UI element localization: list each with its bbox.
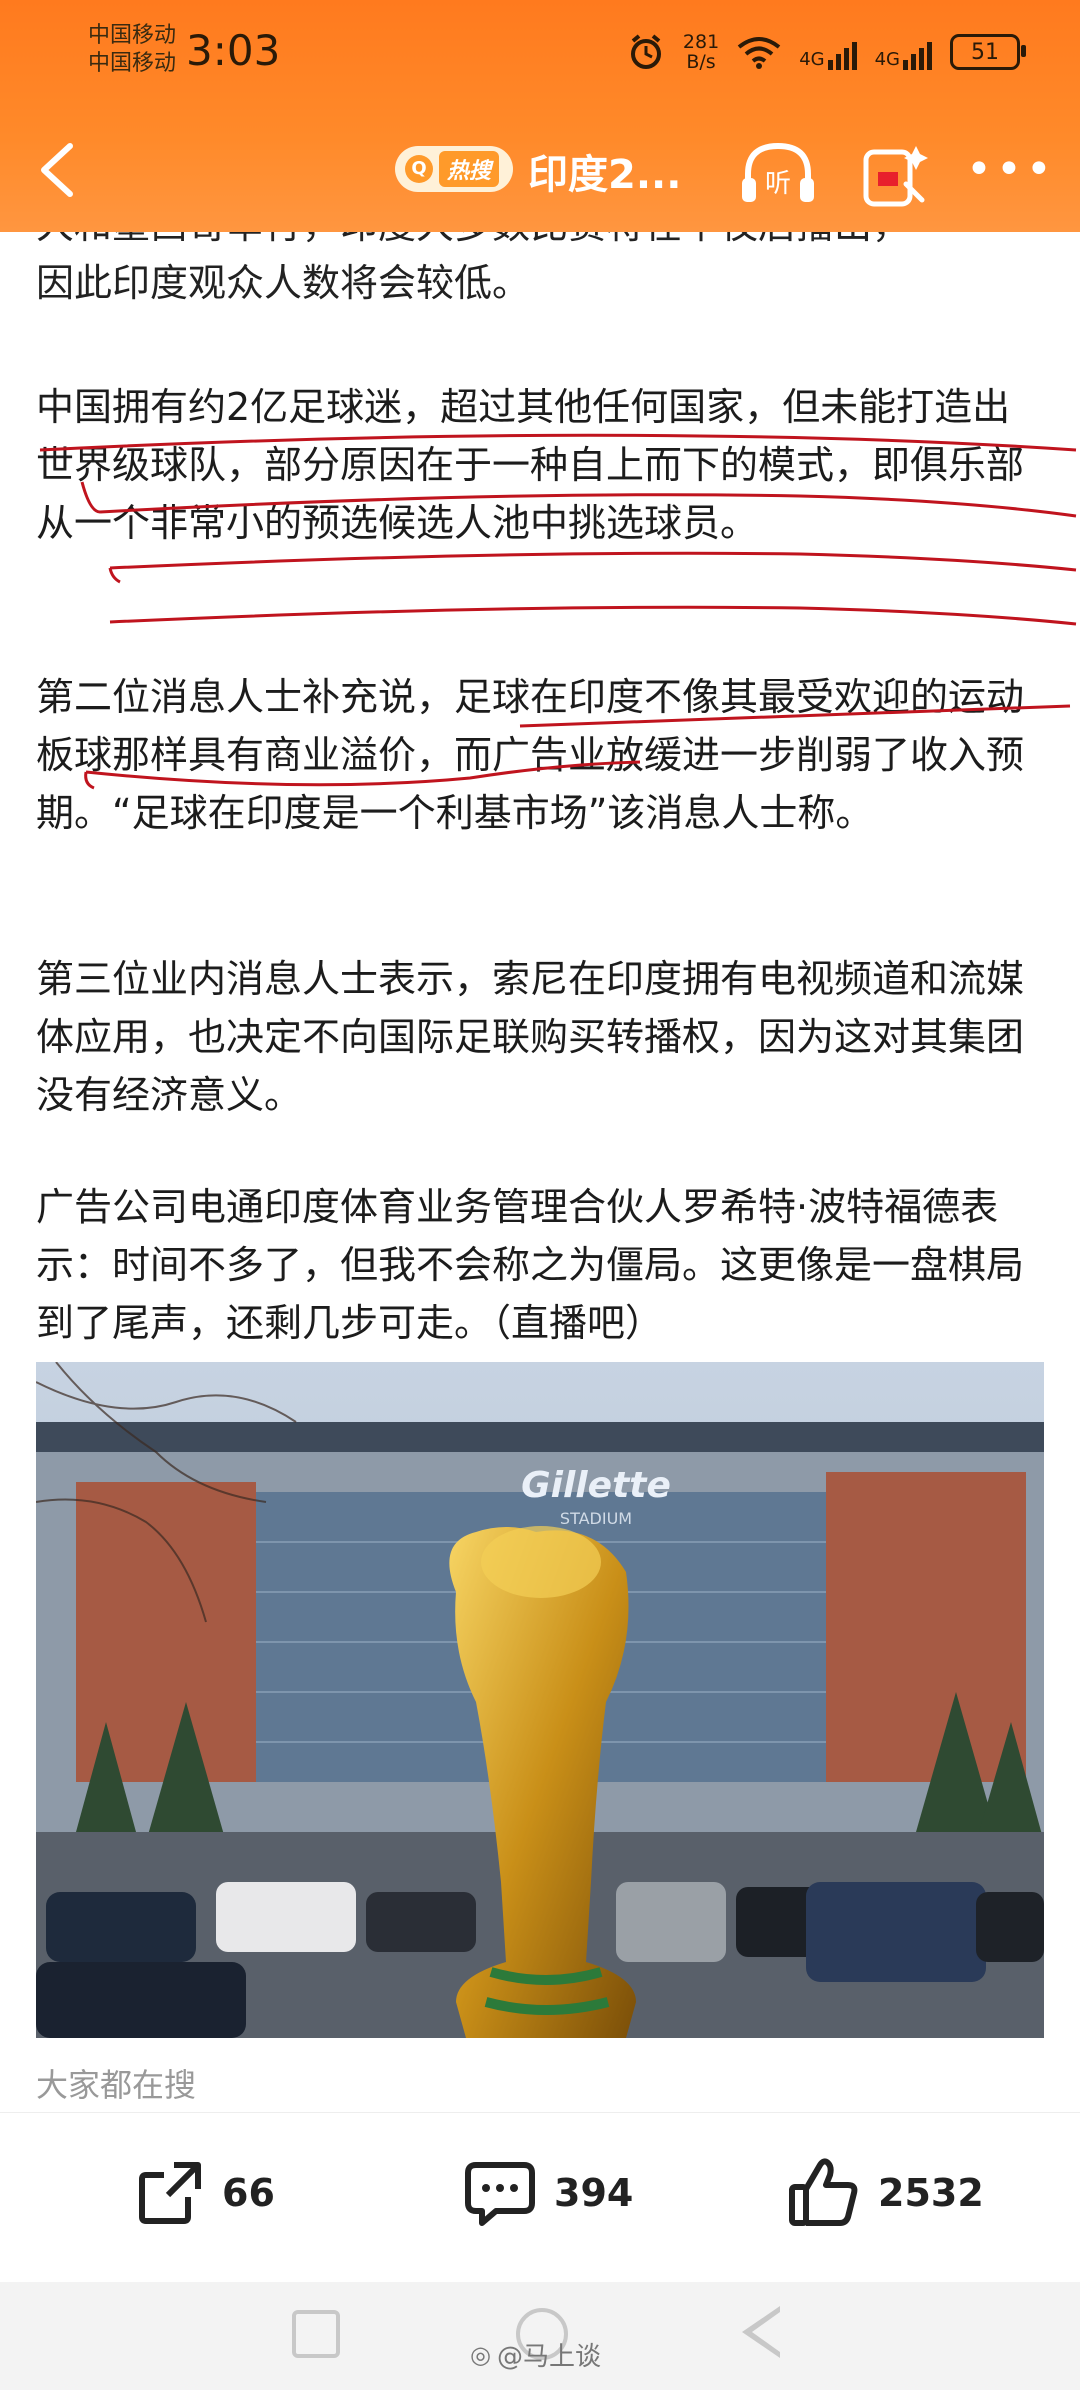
article-paragraph-4: 广告公司电通印度体育业务管理合伙人罗希特·波特福德表示：时间不多了，但我不会称之… [36, 1185, 1025, 1345]
partial-line-1: 大和墨西哥举行，印度大多数比赛将在午夜后播出， [36, 232, 1046, 254]
comment-button[interactable]: 394 [462, 2153, 633, 2233]
header-bar: 中国移动 中国移动 3:03 281 B/s 4G 4G 51 Q 热搜 印度2… [0, 0, 1080, 232]
net-speed-unit: B/s [686, 51, 716, 73]
like-count: 2532 [878, 2171, 984, 2215]
network-type-2: 4G [874, 49, 900, 70]
hot-search-label: 热搜 [439, 151, 500, 187]
comment-icon [465, 2162, 535, 2226]
status-time: 3:03 [186, 26, 281, 75]
article-paragraph-2: 第二位消息人士补充说，足球在印度不像其最受欢迎的运动板球那样具有商业溢价，而广告… [36, 675, 1025, 835]
weibo-logo-icon: ◎ [470, 2340, 491, 2369]
net-speed: 281 B/s [683, 32, 719, 72]
signal-2: 4G [875, 34, 932, 70]
battery-level: 51 [971, 39, 999, 65]
partial-line-2: 因此印度观众人数将会较低。 [36, 261, 531, 305]
back-arrow-icon[interactable] [30, 138, 90, 202]
watermark-text: @马上谈 [496, 2342, 601, 2372]
status-icons: 281 B/s 4G 4G 51 [627, 28, 1026, 76]
carrier-labels: 中国移动 中国移动 [88, 22, 176, 78]
listen-label: 听 [765, 169, 791, 199]
stadium-sign-gillette: Gillette [521, 1465, 671, 1506]
comment-count: 394 [554, 2171, 634, 2215]
hot-search-badge[interactable]: Q 热搜 [395, 146, 514, 192]
network-type-1: 4G [799, 49, 825, 70]
signal-1: 4G [799, 34, 857, 70]
thumbs-up-icon [789, 2158, 858, 2226]
net-speed-value: 281 [682, 31, 720, 53]
weibo-watermark: ◎ @马上谈 [470, 2336, 601, 2373]
wifi-icon [737, 37, 781, 69]
article-photo-world-cup-trophy[interactable]: Gillette STADIUM [36, 1362, 1044, 2038]
stadium-sign-stadium: STADIUM [560, 1509, 632, 1528]
search-icon: Q [405, 155, 433, 183]
red-packet-icon[interactable] [860, 138, 932, 210]
system-nav-bar: ◎ @马上谈 [0, 2282, 1080, 2390]
share-count: 66 [222, 2171, 275, 2215]
photo-illustration: Gillette STADIUM [36, 1362, 1044, 2038]
action-bar: 66 394 2532 [0, 2112, 1080, 2283]
alarm-icon [630, 34, 661, 69]
carrier-1: 中国移动 [88, 23, 177, 48]
article-paragraph-1: 中国拥有约2亿足球迷，超过其他任何国家，但未能打造出世界级球队，部分原因在于一种… [36, 385, 1025, 545]
share-icon [139, 2162, 201, 2224]
everyone-searching-label[interactable]: 大家都在搜 [36, 2060, 196, 2102]
status-bar: 中国移动 中国移动 3:03 281 B/s 4G 4G 51 [0, 0, 1080, 100]
battery-indicator: 51 [950, 34, 1026, 70]
page-title[interactable]: 印度2... [528, 142, 681, 200]
system-back-icon[interactable] [742, 2306, 780, 2358]
share-button[interactable]: 66 [134, 2153, 275, 2233]
nav-row: Q 热搜 印度2... 听 ••• [0, 120, 1080, 220]
recent-apps-icon[interactable] [292, 2310, 340, 2358]
carrier-2: 中国移动 [88, 51, 177, 76]
article-paragraph-3: 第三位业内消息人士表示，索尼在印度拥有电视频道和流媒体应用，也决定不向国际足联购… [36, 957, 1025, 1117]
like-button[interactable]: 2532 [786, 2153, 984, 2233]
article-content: 大和墨西哥举行，印度大多数比赛将在午夜后播出， 因此印度观众人数将会较低。 中国… [0, 232, 1080, 2102]
article-partial-paragraph: 大和墨西哥举行，印度大多数比赛将在午夜后播出， 因此印度观众人数将会较低。 [36, 232, 1046, 312]
more-options-icon[interactable]: ••• [966, 148, 1056, 192]
listen-headphones-icon[interactable]: 听 [738, 138, 818, 208]
